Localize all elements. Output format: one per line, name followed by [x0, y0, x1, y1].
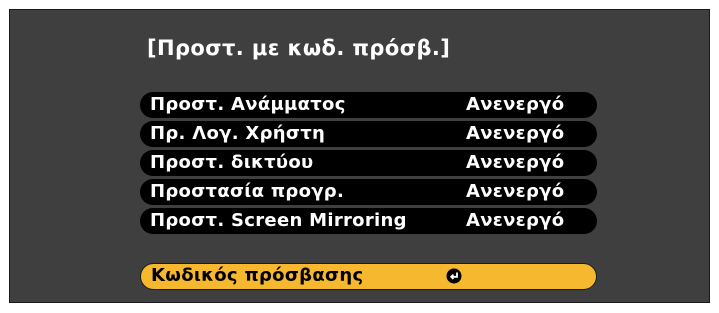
menu-item-value: Ανενεργό [466, 123, 565, 144]
menu-item-label: Κωδικός πρόσβασης [151, 265, 364, 286]
menu-item-schedule-protect[interactable]: Προστασία προγρ. Ανενεργό [140, 179, 597, 205]
menu-item-label: Προστ. Ανάμματος [150, 94, 346, 115]
menu-item-label: Προστασία προγρ. [150, 181, 345, 202]
menu-item-label: Προστ. Screen Mirroring [150, 210, 407, 231]
projector-menu-screen: [Προστ. με κωδ. πρόσβ.] Προστ. Ανάμματος… [9, 9, 710, 303]
menu-item-user-logo-protect[interactable]: Πρ. Λογ. Χρήστη Ανενεργό [140, 121, 597, 147]
menu-item-power-on-protect[interactable]: Προστ. Ανάμματος Ανενεργό [140, 92, 597, 118]
password-protection-menu: Προστ. Ανάμματος Ανενεργό Πρ. Λογ. Χρήστ… [140, 92, 597, 237]
menu-title: [Προστ. με κωδ. πρόσβ.] [147, 36, 451, 60]
menu-item-label: Πρ. Λογ. Χρήστη [150, 123, 326, 144]
menu-item-label: Προστ. δικτύου [150, 152, 314, 173]
menu-item-value: Ανενεργό [466, 181, 565, 202]
menu-item-screen-mirroring-protect[interactable]: Προστ. Screen Mirroring Ανενεργό [140, 208, 597, 234]
menu-item-network-protect[interactable]: Προστ. δικτύου Ανενεργό [140, 150, 597, 176]
enter-icon [446, 268, 462, 284]
menu-item-password[interactable]: Κωδικός πρόσβασης [140, 263, 597, 290]
menu-item-value: Ανενεργό [466, 152, 565, 173]
menu-item-value: Ανενεργό [466, 94, 565, 115]
menu-item-value: Ανενεργό [466, 210, 565, 231]
